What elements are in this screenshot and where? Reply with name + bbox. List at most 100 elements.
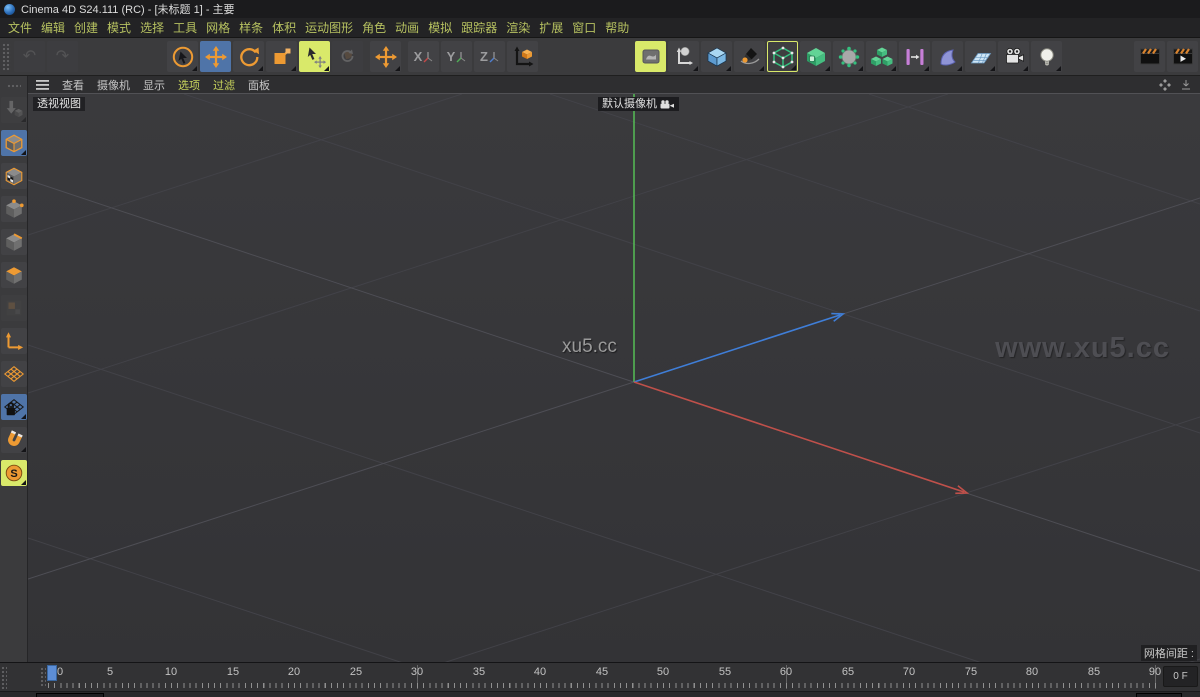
make-editable-button[interactable]: [1, 97, 27, 123]
pan-view-icon[interactable]: [1159, 79, 1171, 91]
menu-item-tools[interactable]: 工具: [173, 19, 197, 36]
menu-item-help[interactable]: 帮助: [605, 19, 629, 36]
subdivision-surface-icon: [771, 45, 795, 69]
timeline-tick-label: 40: [534, 666, 546, 678]
viewport-canvas[interactable]: 透视视图 默认摄像机 xu5.cc www.xu5.cc 网格间距 :: [28, 93, 1200, 662]
uv-mode-button[interactable]: [1, 295, 27, 321]
snap-button[interactable]: [1, 427, 27, 453]
light-icon: [1035, 45, 1059, 69]
menu-item-render[interactable]: 渲染: [506, 19, 530, 36]
primitive-cube-button[interactable]: [701, 41, 732, 72]
enable-axis-modification-button[interactable]: [332, 41, 363, 72]
render-settings-button[interactable]: [668, 41, 699, 72]
menu-item-file[interactable]: 文件: [8, 19, 32, 36]
camera-mini-icon: [660, 100, 675, 109]
toolbar-drag-handle[interactable]: [2, 43, 11, 71]
menu-item-simulate[interactable]: 模拟: [428, 19, 452, 36]
timeline-tick-label: 85: [1088, 666, 1100, 678]
view-label[interactable]: 透视视图: [33, 97, 85, 111]
timeline-ruler-ticks[interactable]: [48, 683, 1158, 688]
quick-snap-button[interactable]: S: [1, 460, 27, 486]
vp-menu-display[interactable]: 显示: [143, 77, 165, 93]
scale-icon: [270, 45, 294, 69]
menu-item-mograph[interactable]: 运动图形: [305, 19, 353, 36]
menu-item-edit[interactable]: 编辑: [41, 19, 65, 36]
menu-item-tracker[interactable]: 跟踪器: [461, 19, 497, 36]
spline-modifier-button[interactable]: [899, 41, 930, 72]
menu-item-create[interactable]: 创建: [74, 19, 98, 36]
menu-item-mode[interactable]: 模式: [107, 19, 131, 36]
timeline-edge-handle[interactable]: [1, 666, 7, 689]
tweak-tool-button[interactable]: [299, 41, 330, 72]
menu-item-animate[interactable]: 动画: [395, 19, 419, 36]
app-logo-icon: [4, 4, 15, 15]
spline-pen-button[interactable]: [734, 41, 765, 72]
palette-drag-handle[interactable]: [7, 84, 21, 89]
redo-button[interactable]: ↷: [47, 41, 78, 72]
undo-button[interactable]: ↶: [14, 41, 45, 72]
axis-lock-y-button[interactable]: Y: [441, 41, 472, 72]
bend-deformer-button[interactable]: [932, 41, 963, 72]
menu-item-select[interactable]: 选择: [140, 19, 164, 36]
subdivision-surface-button[interactable]: [767, 41, 798, 72]
texture-mode-button[interactable]: [1, 163, 27, 189]
toggle-view-icon[interactable]: [1180, 79, 1192, 91]
main-menu-bar: 文件 编辑 创建 模式 选择 工具 网格 样条 体积 运动图形 角色 动画 模拟…: [0, 18, 1200, 38]
live-selection-icon: [171, 45, 195, 69]
viewport-corner-controls: [1159, 79, 1192, 91]
edges-mode-button[interactable]: [1, 229, 27, 255]
scale-tool-button[interactable]: [266, 41, 297, 72]
array-clone-button[interactable]: [866, 41, 897, 72]
grid-lines: [28, 94, 1200, 662]
floor-environment-button[interactable]: [965, 41, 996, 72]
menu-item-volume[interactable]: 体积: [272, 19, 296, 36]
vp-menu-options[interactable]: 选项: [178, 77, 200, 93]
timeline-tick-label: 70: [903, 666, 915, 678]
timeline-tick-label: 0: [57, 666, 63, 678]
menu-item-mesh[interactable]: 网格: [206, 19, 230, 36]
camera-button[interactable]: [998, 41, 1029, 72]
free-move-button[interactable]: [370, 41, 401, 72]
vp-menu-panel[interactable]: 面板: [248, 77, 270, 93]
axis-lock-z-button[interactable]: Z: [474, 41, 505, 72]
points-mode-icon: [3, 198, 25, 220]
timeline: 0 5 10 15 20 25 30 35 40 45 50 55 60 65 …: [0, 662, 1200, 691]
live-selection-button[interactable]: [167, 41, 198, 72]
menu-item-window[interactable]: 窗口: [572, 19, 596, 36]
vp-menu-cameras[interactable]: 摄像机: [97, 77, 130, 93]
undo-redo-group: ↶ ↷: [14, 41, 78, 72]
move-tool-button[interactable]: [200, 41, 231, 72]
axis-x-lock-icon: [423, 51, 433, 63]
workplane-button[interactable]: [1, 361, 27, 387]
menu-item-extensions[interactable]: 扩展: [539, 19, 563, 36]
axis-lock-x-button[interactable]: X: [408, 41, 439, 72]
model-mode-button[interactable]: [1, 130, 27, 156]
enable-axis-button[interactable]: [1, 328, 27, 354]
model-mode-icon: [3, 132, 25, 154]
vp-menu-view[interactable]: 查看: [62, 77, 84, 93]
rotate-tool-button[interactable]: [233, 41, 264, 72]
render-view-button[interactable]: [635, 41, 666, 72]
tool-group: X Y Z: [167, 41, 538, 72]
timeline-drag-handle[interactable]: [40, 667, 46, 687]
axis-z-blue: [634, 314, 843, 382]
vp-menu-filter[interactable]: 过滤: [213, 77, 235, 93]
timeline-tick-label: 10: [165, 666, 177, 678]
generator-button[interactable]: [800, 41, 831, 72]
coordinate-system-button[interactable]: [507, 41, 538, 72]
timeline-tick-label: 60: [780, 666, 792, 678]
current-frame-field[interactable]: 0 F: [1163, 666, 1198, 687]
points-mode-button[interactable]: [1, 196, 27, 222]
menu-item-character[interactable]: 角色: [362, 19, 386, 36]
lock-workplane-button[interactable]: [1, 394, 27, 420]
camera-label[interactable]: 默认摄像机: [598, 97, 679, 111]
deformer-button[interactable]: [833, 41, 864, 72]
hamburger-icon[interactable]: [36, 80, 49, 90]
polygons-mode-button[interactable]: [1, 262, 27, 288]
menu-item-spline[interactable]: 样条: [239, 19, 263, 36]
clapperboard-play-button[interactable]: [1167, 41, 1198, 72]
light-button[interactable]: [1031, 41, 1062, 72]
timeline-tick-label: 30: [411, 666, 423, 678]
timeline-playhead[interactable]: [47, 665, 57, 681]
clapperboard-button[interactable]: [1134, 41, 1165, 72]
